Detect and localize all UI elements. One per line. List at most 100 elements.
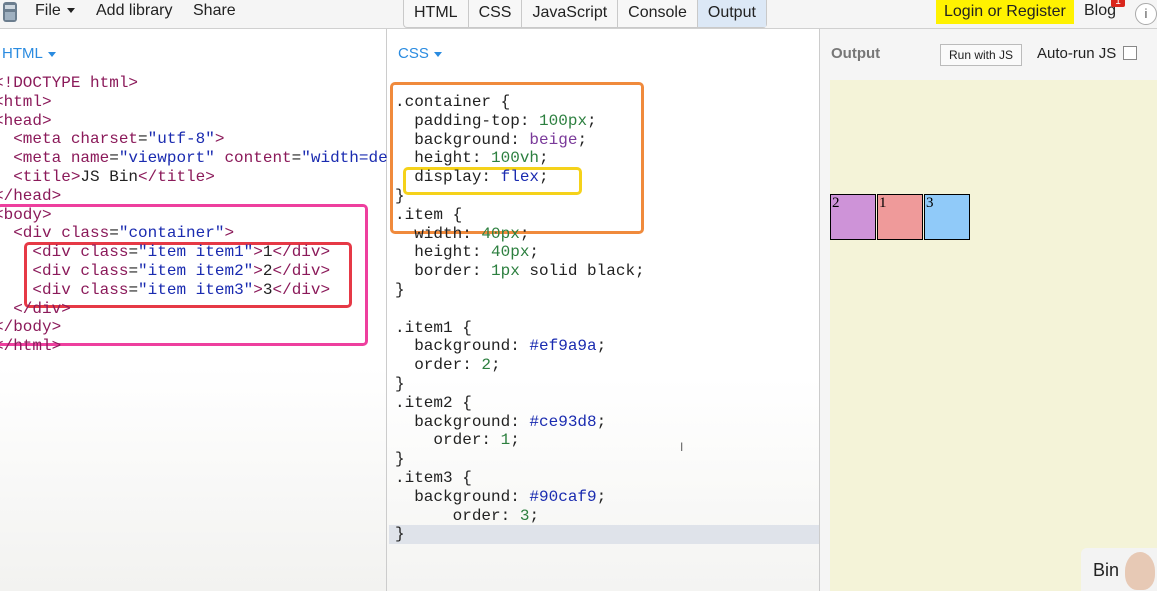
code-token: #90caf9 [529,487,597,506]
code-token: #ef9a9a [529,337,597,356]
code-token: solid black; [519,262,645,281]
code-line: } [395,374,405,393]
code-token: <meta [0,130,71,149]
code-line: <body> [0,205,52,224]
file-menu-label: File [35,2,61,19]
chevron-down-icon [66,8,75,14]
code-token: padding-top: [395,111,540,130]
code-token: <div [0,243,81,262]
code-token: display: [395,168,501,187]
code-token: width: [395,224,482,243]
html-code-editor[interactable]: <!DOCTYPE html> <html> <head> <meta char… [0,74,388,356]
code-token: 100vh [491,149,540,168]
code-token: #ce93d8 [529,412,597,431]
code-token: <div [0,224,62,243]
code-token: beige [529,130,578,149]
tab-output[interactable]: Output [697,0,766,27]
code-line: .item1 { [395,318,472,337]
code-token: ; [539,168,549,187]
code-line: .item2 { [395,393,472,412]
html-panel-label[interactable]: HTML [2,45,56,62]
tab-css[interactable]: CSS [469,0,523,27]
presenter-avatar [1125,552,1155,590]
login-register-button[interactable]: Login or Register [936,0,1074,24]
code-token: class [61,224,110,243]
code-token: "width=de [301,149,388,168]
output-item-label: 2 [832,195,840,211]
output-panel: Output Run with JS Auto-run JS 2 1 3 [820,29,1157,591]
code-line: </div> [0,299,71,318]
css-code-editor[interactable]: .container { padding-top: 100px; backgro… [395,93,645,544]
code-token: background: [395,412,530,431]
code-token: "item item2" [138,261,254,280]
code-token: ; [577,130,588,149]
code-token: = [128,280,139,299]
code-token: "container" [118,224,225,243]
output-item-1: 1 [877,194,923,240]
auto-run-js-label: Auto-run JS [1037,45,1117,62]
code-token: </div> [272,261,331,280]
tab-javascript[interactable]: JavaScript [522,0,619,27]
code-token: "viewport" [118,149,215,168]
code-token: background: [395,130,530,149]
tab-console[interactable]: Console [618,0,698,27]
code-token: content [214,149,292,168]
panel-tabs: HTML CSS JavaScript Console Output [403,0,767,28]
code-token: flex [500,168,540,187]
code-token: 40px [491,243,530,262]
output-item-label: 3 [926,195,934,211]
auto-run-js-checkbox[interactable] [1123,46,1137,60]
css-panel-label[interactable]: CSS [398,45,442,62]
code-token: </title> [138,167,215,186]
code-token: = [109,224,119,243]
output-preview-frame: 2 1 3 [830,80,1157,591]
code-token: > [253,243,263,262]
code-token: ; [510,431,520,450]
code-line: </head> [0,186,62,205]
code-line: } [395,450,405,469]
add-library-menu[interactable]: Add library [96,2,172,20]
top-toolbar: File Add library Share HTML CSS JavaScri… [0,0,1157,29]
code-token: </div> [272,280,331,299]
code-token: border: [395,262,492,281]
share-menu[interactable]: Share [193,2,236,20]
code-token: 2 [481,356,492,375]
code-token: > [214,130,225,149]
code-token: <title> [0,167,81,186]
code-token: background: [395,487,530,506]
code-token: 40px [481,224,520,243]
code-token: ; [529,243,540,262]
code-token: ; [596,337,607,356]
code-token: name [70,149,110,168]
presenter-video-overlay: Bin [1081,548,1157,591]
output-item-3: 3 [924,194,970,240]
code-token: "item item3" [138,280,254,299]
run-with-js-button[interactable]: Run with JS [940,44,1022,66]
code-line: } [395,525,405,544]
html-panel: HTML <!DOCTYPE html> <html> <head> <meta… [0,29,388,591]
code-line: .item { [395,205,463,224]
code-line: } [395,280,405,299]
code-token: = [291,149,302,168]
css-panel: CSS .container { padding-top: 100px; bac… [387,29,820,591]
code-token: 1px [491,262,520,281]
code-token: <div [0,261,81,280]
code-token: "item item1" [138,243,254,262]
code-token: = [128,243,139,262]
info-icon[interactable]: i [1135,3,1157,25]
code-token: height: [395,243,492,262]
code-token: ; [596,487,607,506]
chevron-down-icon [433,51,442,57]
code-token: ; [596,412,607,431]
code-token: ; [519,224,530,243]
code-line: .item3 { [395,468,472,487]
code-line: <html> [0,92,52,111]
code-line: <!DOCTYPE html> [0,74,139,92]
css-panel-title: CSS [398,45,429,62]
tab-html[interactable]: HTML [404,0,469,27]
code-token: 3 [519,506,530,525]
code-token: 100px [539,111,588,130]
file-menu[interactable]: File [35,2,75,20]
code-token: class [80,280,129,299]
code-token: > [224,224,235,243]
